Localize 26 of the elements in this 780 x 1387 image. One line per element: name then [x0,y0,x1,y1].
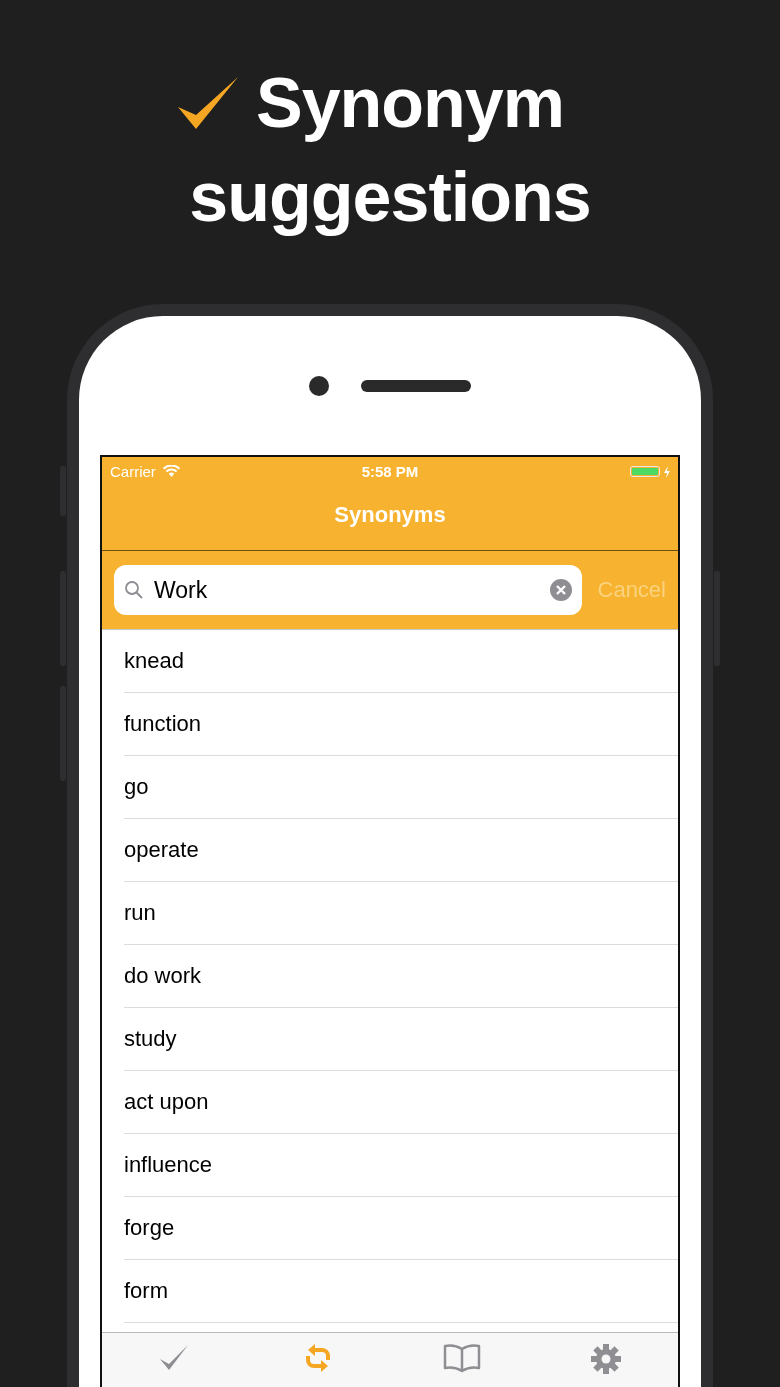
synonym-item[interactable]: operate [124,837,199,863]
speaker-icon [361,379,471,392]
wifi-icon [161,465,181,478]
synonym-item[interactable]: go [124,774,149,800]
synonym-item[interactable]: act upon [124,1089,209,1115]
synonym-item[interactable]: function [124,711,202,737]
status-time: 5:58 PM [361,463,419,480]
headline: suggestions [189,157,591,238]
synonym-item[interactable]: run [124,900,156,926]
synonym-item[interactable]: knead [124,648,184,674]
camera-icon [309,375,329,396]
settings-icon[interactable] [590,1343,622,1375]
synonym-item[interactable]: study [124,1026,177,1052]
nav-title: Synonyms [334,502,446,528]
headline: Synonym [255,63,565,144]
battery-icon [630,466,660,477]
synonym-item[interactable]: do work [124,963,202,989]
carrier-label: Carrier [110,463,156,480]
synonym-item[interactable]: influence [124,1152,213,1178]
search-field[interactable]: Work [114,565,582,615]
search-text: Work [154,576,208,604]
synonym-item[interactable]: form [124,1278,168,1304]
search-icon [124,580,144,600]
book-icon[interactable] [442,1343,482,1373]
synonym-item[interactable]: forge [124,1215,175,1241]
clear-icon[interactable] [549,579,572,601]
